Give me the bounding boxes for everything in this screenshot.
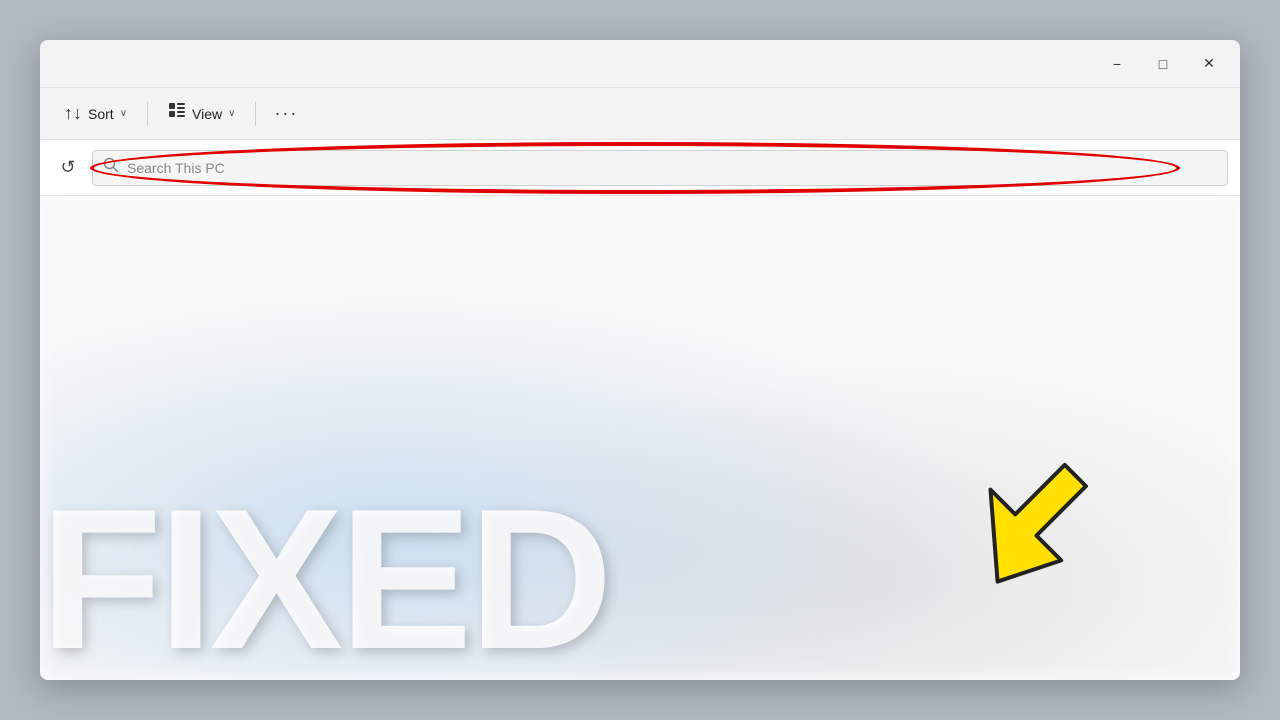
search-icon: [103, 157, 119, 178]
search-box[interactable]: Search This PC: [92, 150, 1228, 186]
fixed-overlay-text: FIXED: [40, 480, 609, 680]
view-chevron-icon: ∨: [228, 108, 235, 119]
view-icon: [168, 102, 186, 125]
view-button[interactable]: View ∨: [156, 96, 247, 132]
sort-chevron-icon: ∨: [120, 108, 127, 119]
file-explorer-window: − □ ✕ ↑↓ Sort ∨ View: [40, 40, 1240, 680]
sort-button[interactable]: ↑↓ Sort ∨: [52, 96, 139, 132]
minimize-button[interactable]: −: [1094, 48, 1140, 80]
refresh-icon: ↺: [60, 157, 75, 178]
view-label: View: [192, 106, 222, 122]
toolbar: ↑↓ Sort ∨ View ∨ ···: [40, 88, 1240, 140]
title-bar: − □ ✕: [40, 40, 1240, 88]
refresh-button[interactable]: ↺: [52, 152, 84, 184]
content-area: FIXED: [40, 196, 1240, 680]
more-options-button[interactable]: ···: [264, 96, 308, 132]
toolbar-separator-2: [255, 102, 256, 126]
search-placeholder-text: Search This PC: [127, 160, 225, 176]
address-bar-area: ↺ Search This PC: [40, 140, 1240, 196]
sort-label: Sort: [88, 106, 114, 122]
window-controls: − □ ✕: [1094, 48, 1232, 80]
close-button[interactable]: ✕: [1186, 48, 1232, 80]
maximize-button[interactable]: □: [1140, 48, 1186, 80]
toolbar-separator-1: [147, 102, 148, 126]
sort-icon: ↑↓: [64, 103, 82, 124]
